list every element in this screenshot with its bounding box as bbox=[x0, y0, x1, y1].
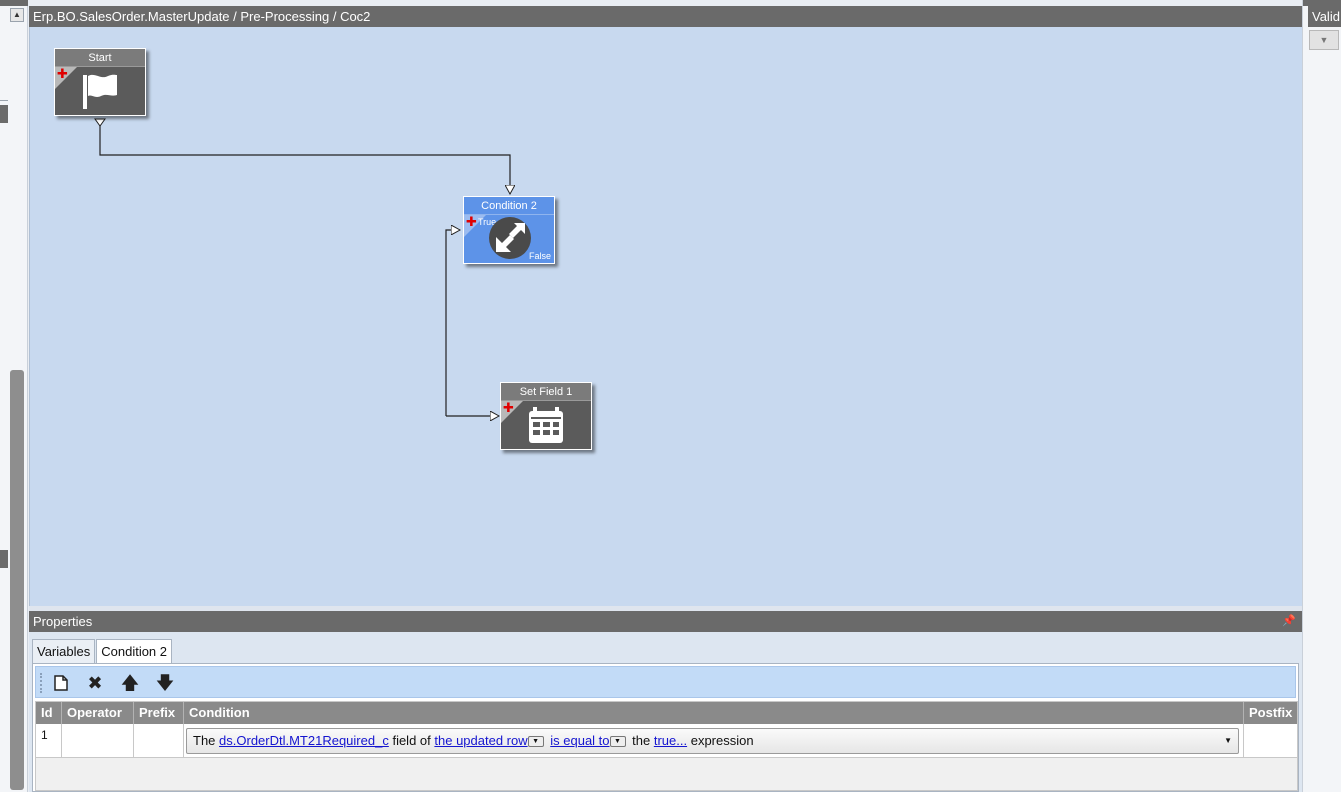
left-rail-divider bbox=[0, 100, 8, 101]
cell-prefix[interactable] bbox=[134, 724, 184, 758]
workflow-canvas[interactable]: Start ✚ Condition 2 ✚ True False Set Fie… bbox=[29, 27, 1302, 606]
condition-text: field of bbox=[392, 733, 431, 748]
left-scrollbar[interactable] bbox=[10, 370, 24, 790]
left-rail-tab[interactable] bbox=[0, 105, 8, 123]
condition-text: The bbox=[193, 733, 216, 748]
new-document-icon[interactable] bbox=[50, 672, 72, 694]
grid-header-row: Id Operator Prefix Condition Postfix bbox=[36, 702, 1297, 724]
column-header-condition[interactable]: Condition bbox=[184, 702, 1244, 724]
cell-id: 1 bbox=[36, 724, 62, 758]
properties-header: Properties 📌 bbox=[29, 611, 1302, 632]
properties-tabs: Variables Condition 2 bbox=[32, 639, 173, 665]
delete-x-icon[interactable]: ✖ bbox=[84, 672, 106, 694]
cell-postfix[interactable] bbox=[1244, 724, 1297, 758]
collapse-up-icon[interactable]: ▲ bbox=[10, 8, 24, 22]
properties-title: Properties bbox=[33, 614, 93, 629]
toolbar-grip bbox=[40, 673, 42, 693]
column-header-id[interactable]: Id bbox=[36, 702, 62, 724]
left-rail: ▲ bbox=[0, 0, 28, 792]
set-field-node-title: Set Field 1 bbox=[501, 383, 591, 401]
condition-false-label: False bbox=[528, 251, 551, 261]
condition-text: the bbox=[632, 733, 651, 748]
condition-field-link[interactable]: ds.OrderDtl.MT21Required_c bbox=[219, 733, 389, 748]
arrow-up-icon[interactable]: 🡅 bbox=[119, 672, 141, 694]
chevron-down-icon[interactable]: ▼ bbox=[1309, 30, 1339, 50]
cell-operator[interactable] bbox=[62, 724, 134, 758]
connector-start-to-condition bbox=[99, 123, 510, 194]
pin-icon[interactable]: 📌 bbox=[1282, 611, 1296, 632]
column-header-operator[interactable]: Operator bbox=[62, 702, 134, 724]
connector-lines bbox=[94, 118, 1303, 606]
column-header-postfix[interactable]: Postfix bbox=[1244, 702, 1297, 724]
start-node[interactable]: Start ✚ bbox=[54, 48, 146, 116]
start-node-title: Start bbox=[55, 49, 145, 67]
condition-value-link[interactable]: true... bbox=[654, 733, 687, 748]
column-header-prefix[interactable]: Prefix bbox=[134, 702, 184, 724]
arrow-down-icon[interactable]: 🡇 bbox=[154, 672, 176, 694]
condition-expression-box[interactable]: The ds.OrderDtl.MT21Required_c field of … bbox=[186, 728, 1239, 754]
conditions-grid: Id Operator Prefix Condition Postfix 1 T… bbox=[35, 701, 1298, 791]
condition-tab-content: ✖ 🡅 🡇 Id Operator Prefix Condition Postf… bbox=[32, 663, 1299, 792]
chevron-down-icon[interactable]: ▼ bbox=[527, 736, 544, 748]
condition-row-link[interactable]: the updated row bbox=[434, 733, 527, 748]
flag-icon bbox=[55, 67, 147, 117]
dropdown-arrow-icon[interactable]: ▼ bbox=[1224, 729, 1232, 753]
right-panel-title: Valid bbox=[1308, 6, 1341, 27]
properties-panel: Variables Condition 2 ✖ 🡅 🡇 Id Operator … bbox=[29, 632, 1302, 792]
start-output-port bbox=[94, 118, 106, 127]
set-field-node[interactable]: Set Field 1 ✚ bbox=[500, 382, 592, 450]
workflow-path-title: Erp.BO.SalesOrder.MasterUpdate / Pre-Pro… bbox=[29, 6, 1302, 27]
condition-node-title: Condition 2 bbox=[464, 197, 554, 215]
right-panel: Valid ▼ bbox=[1302, 0, 1341, 792]
tab-condition-2[interactable]: Condition 2 bbox=[96, 639, 173, 665]
tab-variables[interactable]: Variables bbox=[32, 639, 96, 664]
table-row[interactable]: 1 The ds.OrderDtl.MT21Required_c field o… bbox=[36, 724, 1297, 758]
condition-operator-link[interactable]: is equal to bbox=[550, 733, 609, 748]
connector-condition-to-setfield bbox=[445, 230, 460, 416]
condition-node[interactable]: Condition 2 ✚ True False bbox=[463, 196, 555, 264]
calendar-grid-icon bbox=[501, 401, 593, 451]
chevron-down-icon[interactable]: ▼ bbox=[609, 736, 626, 748]
condition-toolbar: ✖ 🡅 🡇 bbox=[35, 666, 1296, 698]
left-rail-tab[interactable] bbox=[0, 550, 8, 568]
condition-text: expression bbox=[690, 733, 754, 748]
left-rail-top-strip bbox=[0, 0, 28, 6]
